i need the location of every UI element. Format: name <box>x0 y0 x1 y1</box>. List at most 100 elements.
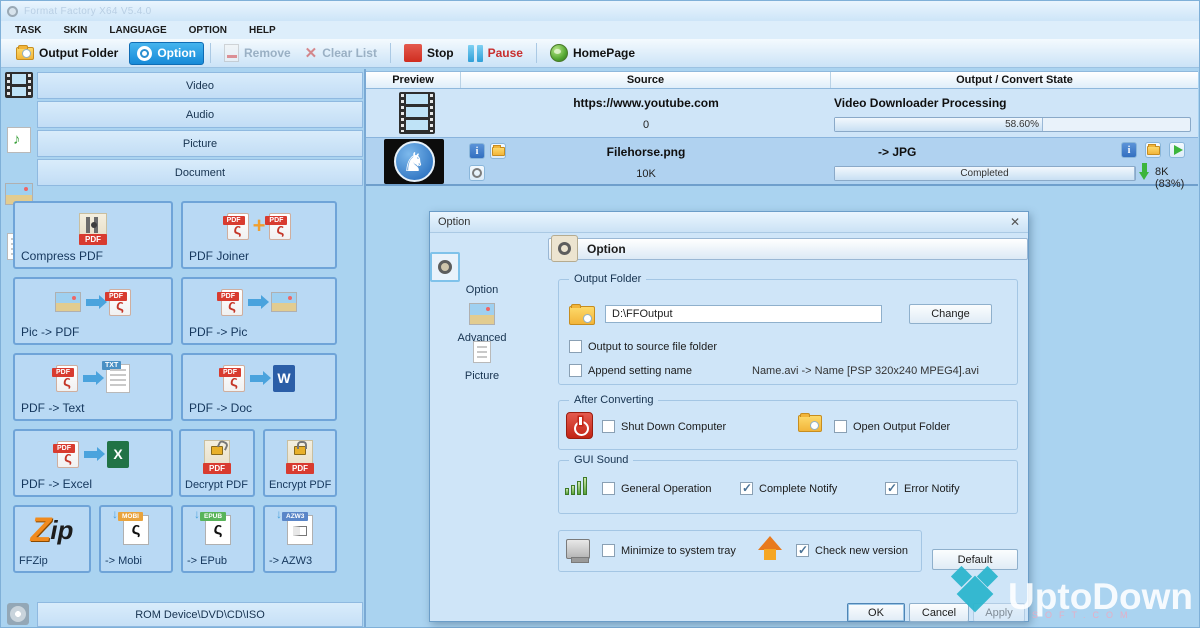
output-path-input[interactable] <box>605 305 882 323</box>
azw3-icon: ↓AZW3 <box>265 511 335 549</box>
convert-state-text: Video Downloader Processing <box>834 96 1007 110</box>
tool-pdf-joiner[interactable]: + PDF Joiner <box>181 201 337 269</box>
progress-bar: Completed <box>834 166 1136 181</box>
encrypt-pdf-icon: PDF <box>265 435 335 473</box>
remove-icon <box>224 44 239 62</box>
file-size: 10K <box>461 168 831 180</box>
minimize-tray-checkbox[interactable]: Minimize to system tray <box>602 544 736 557</box>
folder-icon <box>569 306 595 325</box>
homepage-button[interactable]: HomePage <box>543 41 642 65</box>
tool-pdf-to-pic[interactable]: PDF -> Pic <box>181 277 337 345</box>
stop-icon <box>404 44 422 62</box>
checkbox[interactable] <box>602 544 615 557</box>
nav-item-advanced[interactable]: Advanced <box>430 303 534 344</box>
output-folder-button[interactable]: Output Folder <box>9 43 125 63</box>
sidebar-item-document[interactable]: Document <box>37 159 363 186</box>
close-icon[interactable]: ✕ <box>1010 215 1020 229</box>
stop-button[interactable]: Stop <box>397 41 461 65</box>
general-operation-checkbox[interactable]: General Operation <box>602 482 712 495</box>
menu-help[interactable]: HELP <box>249 25 276 36</box>
menu-bar: TASK SKIN LANGUAGE OPTION HELP <box>1 21 1199 39</box>
open-output-checkbox[interactable]: Open Output Folder <box>834 420 950 433</box>
checkbox[interactable] <box>569 340 582 353</box>
pdf-to-doc-icon: W <box>183 359 335 397</box>
tool-decrypt-pdf[interactable]: PDF Decrypt PDF <box>179 429 255 497</box>
checkbox[interactable] <box>740 482 753 495</box>
default-button[interactable]: Default <box>932 549 1018 570</box>
watermark-title: UptoDown <box>1008 582 1193 612</box>
source-url: https://www.youtube.com <box>461 96 831 110</box>
stop-label: Stop <box>427 46 454 60</box>
sound-bars-icon <box>565 477 587 495</box>
append-example-text: Name.avi -> Name [PSP 320x240 MPEG4].avi <box>752 365 979 377</box>
tool-to-azw3[interactable]: ↓AZW3 -> AZW3 <box>263 505 337 573</box>
option-dialog: Option ✕ Option Advanced Picture Option … <box>429 211 1029 622</box>
tool-compress-pdf[interactable]: PDF Compress PDF <box>13 201 173 269</box>
toolbar-separator <box>390 43 391 63</box>
header-source: Source <box>461 72 831 88</box>
tool-pdf-to-text[interactable]: PDF -> Text <box>13 353 173 421</box>
menu-task[interactable]: TASK <box>15 25 41 36</box>
menu-option[interactable]: OPTION <box>189 25 227 36</box>
info-icon[interactable]: i <box>469 143 485 159</box>
pdf-joiner-icon: + <box>183 207 335 245</box>
open-folder-icon[interactable] <box>1145 142 1161 158</box>
gear-icon <box>137 46 152 61</box>
checkbox[interactable] <box>834 420 847 433</box>
error-notify-checkbox[interactable]: Error Notify <box>885 482 960 495</box>
progress-label: Completed <box>835 168 1134 179</box>
settings-gear-icon[interactable] <box>469 165 485 181</box>
checkbox[interactable] <box>885 482 898 495</box>
complete-notify-checkbox[interactable]: Complete Notify <box>740 482 837 495</box>
option-label: Option <box>157 46 196 60</box>
info-icon[interactable]: i <box>1121 142 1137 158</box>
cancel-button[interactable]: Cancel <box>909 603 969 622</box>
video-thumbnail-icon <box>399 92 435 134</box>
sidebar-item-audio[interactable]: Audio <box>37 101 363 128</box>
pdf-to-text-icon <box>15 359 171 397</box>
pic-to-pdf-icon <box>15 283 171 321</box>
tool-to-mobi[interactable]: ↓MOBIς -> Mobi <box>99 505 173 573</box>
pause-button[interactable]: Pause <box>461 42 530 65</box>
homepage-label: HomePage <box>573 46 635 60</box>
task-row-youtube[interactable]: https://www.youtube.com 0 Video Download… <box>366 89 1198 137</box>
checkbox[interactable] <box>569 364 582 377</box>
nav-item-option[interactable]: Option <box>430 252 534 296</box>
tool-to-epub[interactable]: ↓EPUBς -> EPub <box>181 505 255 573</box>
window-title: Format Factory X64 V5.4.0 <box>24 6 152 17</box>
header-output-state: Output / Convert State <box>831 72 1198 88</box>
task-row-filehorse[interactable]: -> JPG Filehorse.png 10K i Completed i <box>366 137 1198 186</box>
decrypt-pdf-icon: PDF <box>181 435 253 473</box>
nav-item-picture[interactable]: Picture <box>430 341 534 382</box>
open-folder-icon[interactable] <box>490 143 506 159</box>
clear-list-button[interactable]: ✕ Clear List <box>298 41 384 65</box>
header-gear-icon <box>551 235 578 262</box>
remove-button[interactable]: Remove <box>217 41 298 65</box>
apply-button[interactable]: Apply <box>973 603 1025 622</box>
change-button[interactable]: Change <box>909 304 992 324</box>
menu-language[interactable]: LANGUAGE <box>109 25 166 36</box>
append-setting-checkbox[interactable]: Append setting name <box>569 364 692 377</box>
output-folder-label: Output Folder <box>39 46 118 60</box>
tool-encrypt-pdf[interactable]: PDF Encrypt PDF <box>263 429 337 497</box>
sidebar-item-video[interactable]: Video <box>37 72 363 99</box>
checkbox[interactable] <box>602 420 615 433</box>
tool-pic-to-pdf[interactable]: Pic -> PDF <box>13 277 173 345</box>
convert-target-text: -> JPG <box>878 145 916 159</box>
tool-pdf-to-doc[interactable]: W PDF -> Doc <box>181 353 337 421</box>
tool-pdf-to-excel[interactable]: X PDF -> Excel <box>13 429 173 497</box>
sidebar-item-picture[interactable]: Picture <box>37 130 363 157</box>
checkbox[interactable] <box>796 544 809 557</box>
progress-bar: 58.60% <box>834 117 1191 132</box>
ffzip-icon: Zip <box>15 511 89 549</box>
play-icon[interactable] <box>1169 142 1185 158</box>
tool-ffzip[interactable]: Zip FFZip <box>13 505 91 573</box>
output-to-source-checkbox[interactable]: Output to source file folder <box>569 340 717 353</box>
check-version-checkbox[interactable]: Check new version <box>796 544 908 557</box>
ok-button[interactable]: OK <box>847 603 905 622</box>
shutdown-checkbox[interactable]: Shut Down Computer <box>602 420 726 433</box>
option-button[interactable]: Option <box>129 42 204 65</box>
rom-device-bar[interactable]: ROM Device\DVD\CD\ISO <box>37 602 363 627</box>
menu-skin[interactable]: SKIN <box>63 25 87 36</box>
checkbox[interactable] <box>602 482 615 495</box>
